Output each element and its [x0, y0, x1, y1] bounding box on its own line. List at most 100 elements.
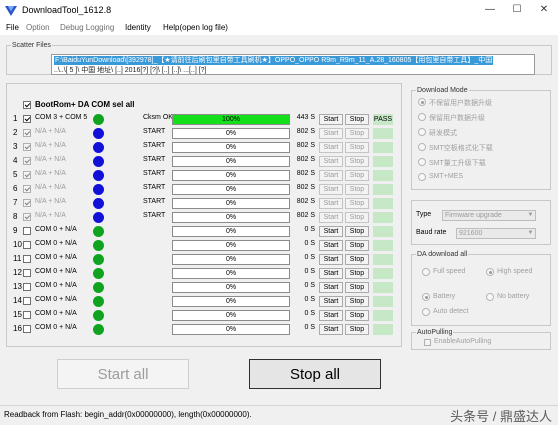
stop-button[interactable]: Stop: [345, 184, 369, 195]
start-button[interactable]: Start: [319, 198, 343, 209]
baud-rate-select[interactable]: 921600 ▼: [456, 228, 536, 239]
enable-autopulling-checkbox[interactable]: [424, 339, 431, 346]
start-button[interactable]: Start: [319, 184, 343, 195]
minimize-icon[interactable]: —: [482, 3, 498, 17]
port-number: 3: [13, 142, 18, 151]
maximize-icon[interactable]: ☐: [509, 3, 525, 17]
no-battery-label: No battery: [497, 293, 530, 300]
scatter-file-selected[interactable]: F:\BaiduYunDownload\[392978]_【★请前往后刷包里自带…: [54, 56, 494, 65]
auto-detect-label: Auto detect: [433, 308, 469, 315]
battery-radio[interactable]: [422, 293, 430, 301]
port-checkbox[interactable]: [23, 297, 31, 305]
start-button[interactable]: Start: [319, 254, 343, 265]
download-mode-radio[interactable]: [418, 143, 426, 151]
stop-button[interactable]: Stop: [345, 156, 369, 167]
port-checkbox[interactable]: [23, 129, 31, 137]
start-all-button[interactable]: Start all: [57, 359, 189, 389]
stop-button[interactable]: Stop: [345, 170, 369, 181]
client-area: Scatter Files F:\BaiduYunDownload\[39297…: [0, 35, 558, 405]
menu-debug-logging[interactable]: Debug Logging: [60, 23, 114, 32]
stop-button[interactable]: Stop: [345, 324, 369, 335]
port-checkbox[interactable]: [23, 227, 31, 235]
port-result: [373, 128, 393, 139]
stop-button[interactable]: Stop: [345, 296, 369, 307]
bootrom-sel-all-checkbox[interactable]: [23, 101, 31, 109]
stop-button[interactable]: Stop: [345, 240, 369, 251]
start-button[interactable]: Start: [319, 212, 343, 223]
port-progress-bar: 100%: [172, 114, 290, 125]
port-checkbox[interactable]: [23, 269, 31, 277]
start-button[interactable]: Start: [319, 268, 343, 279]
download-mode-radio[interactable]: [418, 173, 426, 181]
start-button[interactable]: Start: [319, 226, 343, 237]
port-checkbox[interactable]: [23, 199, 31, 207]
baud-rate-value: 921600: [459, 230, 483, 237]
stop-button[interactable]: Stop: [345, 226, 369, 237]
download-mode-radio[interactable]: [418, 128, 426, 136]
start-button[interactable]: Start: [319, 282, 343, 293]
status-text: Readback from Flash: begin_addr(0x000000…: [4, 410, 252, 419]
progress-text: 0%: [225, 326, 237, 333]
port-checkbox[interactable]: [23, 157, 31, 165]
port-status-text: Cksm OK: [143, 114, 173, 121]
no-battery-radio[interactable]: [486, 293, 494, 301]
menu-option[interactable]: Option: [26, 23, 50, 32]
port-time: 802 S: [296, 184, 315, 191]
auto-detect-radio[interactable]: [422, 308, 430, 316]
progress-text: 0%: [225, 270, 237, 277]
high-speed-label: High speed: [497, 268, 533, 275]
menu-help[interactable]: Help(open log file): [163, 23, 228, 32]
download-mode-option-label: 研发模式: [429, 130, 457, 137]
stop-button[interactable]: Stop: [345, 254, 369, 265]
start-button[interactable]: Start: [319, 310, 343, 321]
port-checkbox[interactable]: [23, 185, 31, 193]
scatter-file-path[interactable]: ..\..\[ 5 ]\ 中国 地址\ [..] 2016[?] [?]\ [.…: [54, 66, 207, 74]
port-checkbox[interactable]: [23, 283, 31, 291]
stop-button[interactable]: Stop: [345, 212, 369, 223]
start-button[interactable]: Start: [319, 324, 343, 335]
menu-identity[interactable]: Identity: [125, 23, 151, 32]
stop-all-button[interactable]: Stop all: [249, 359, 381, 389]
baud-rate-label: Baud rate: [416, 229, 447, 236]
stop-button[interactable]: Stop: [345, 268, 369, 279]
stop-button[interactable]: Stop: [345, 198, 369, 209]
start-button[interactable]: Start: [319, 296, 343, 307]
port-checkbox[interactable]: [23, 115, 31, 123]
type-baud-group: Type Firmware upgrade ▼ Baud rate 921600…: [411, 200, 551, 245]
port-checkbox[interactable]: [23, 143, 31, 151]
stop-button[interactable]: Stop: [345, 142, 369, 153]
full-speed-radio[interactable]: [422, 268, 430, 276]
scatter-files-label: Scatter Files: [11, 41, 52, 50]
high-speed-radio[interactable]: [486, 268, 494, 276]
stop-button[interactable]: Stop: [345, 310, 369, 321]
port-progress-bar: 0%: [172, 268, 290, 279]
start-button[interactable]: Start: [319, 142, 343, 153]
port-checkbox[interactable]: [23, 171, 31, 179]
start-button[interactable]: Start: [319, 128, 343, 139]
start-button[interactable]: Start: [319, 114, 343, 125]
port-progress-bar: 0%: [172, 310, 290, 321]
stop-button[interactable]: Stop: [345, 114, 369, 125]
stop-button[interactable]: Stop: [345, 128, 369, 139]
start-button[interactable]: Start: [319, 240, 343, 251]
download-mode-radio[interactable]: [418, 113, 426, 121]
port-status-indicator: [93, 142, 104, 153]
close-icon[interactable]: ✕: [536, 3, 552, 17]
stop-button[interactable]: Stop: [345, 282, 369, 293]
port-result: [373, 212, 393, 223]
port-status-indicator: [93, 268, 104, 279]
port-checkbox[interactable]: [23, 325, 31, 333]
scatter-files-group: Scatter Files F:\BaiduYunDownload\[39297…: [6, 41, 552, 75]
scatter-file-list[interactable]: F:\BaiduYunDownload\[392978]_【★请前往后刷包里自带…: [51, 54, 535, 75]
menu-file[interactable]: File: [6, 23, 19, 32]
port-checkbox[interactable]: [23, 213, 31, 221]
start-button[interactable]: Start: [319, 170, 343, 181]
port-checkbox[interactable]: [23, 311, 31, 319]
download-mode-radio[interactable]: [418, 158, 426, 166]
download-mode-radio[interactable]: [418, 98, 426, 106]
progress-text: 0%: [225, 186, 237, 193]
type-select[interactable]: Firmware upgrade ▼: [442, 210, 536, 221]
port-checkbox[interactable]: [23, 241, 31, 249]
port-checkbox[interactable]: [23, 255, 31, 263]
start-button[interactable]: Start: [319, 156, 343, 167]
